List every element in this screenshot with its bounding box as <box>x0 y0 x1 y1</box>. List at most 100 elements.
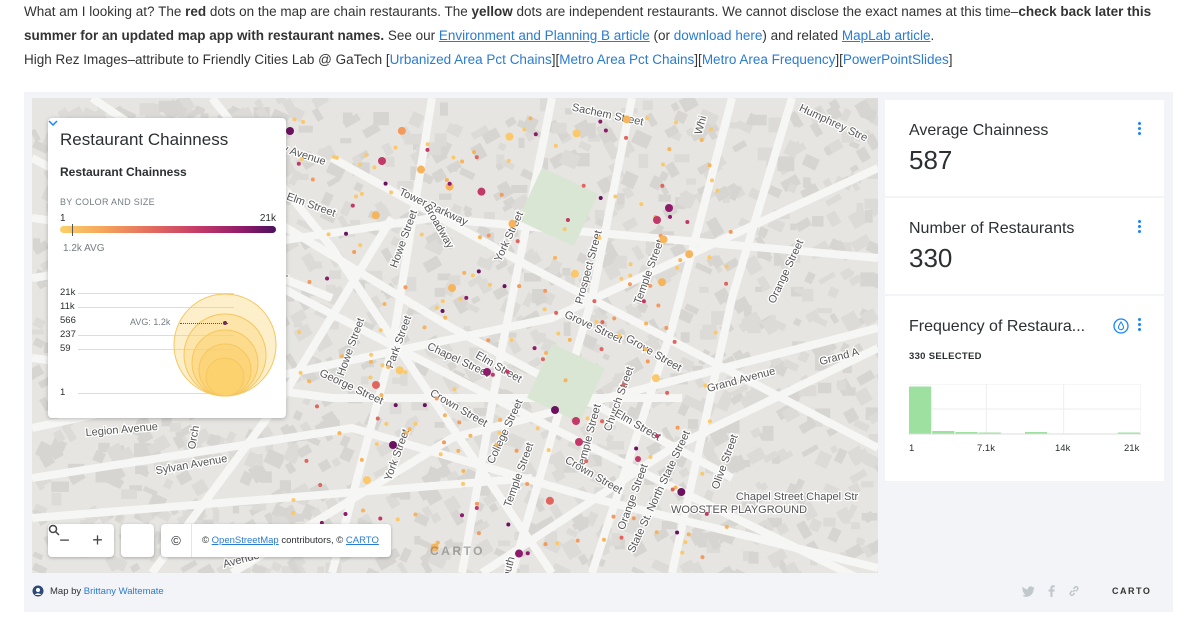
twitter-icon[interactable] <box>1022 585 1035 597</box>
restaurant-point[interactable] <box>677 487 686 496</box>
restaurant-point[interactable] <box>488 282 493 287</box>
restaurant-point[interactable] <box>368 375 373 380</box>
restaurant-point[interactable] <box>332 154 337 159</box>
restaurant-point[interactable] <box>379 393 384 398</box>
restaurant-point[interactable] <box>494 442 499 447</box>
restaurant-point[interactable] <box>644 321 649 326</box>
restaurant-point[interactable] <box>389 441 397 449</box>
restaurant-point[interactable] <box>543 542 548 547</box>
restaurant-point[interactable] <box>710 178 715 183</box>
attribution-toggle[interactable]: © <box>161 524 192 557</box>
restaurant-point[interactable] <box>380 363 385 368</box>
restaurant-point[interactable] <box>700 471 705 476</box>
restaurant-point[interactable] <box>307 379 312 384</box>
restaurant-point[interactable] <box>551 406 559 414</box>
restaurant-point[interactable] <box>708 127 713 132</box>
search-button[interactable] <box>48 524 154 557</box>
urbanized-area-link[interactable]: Urbanized Area Pct Chains <box>390 52 552 67</box>
restaurant-point[interactable] <box>648 283 653 288</box>
restaurant-point[interactable] <box>368 359 373 364</box>
restaurant-point[interactable] <box>447 181 452 186</box>
map-canvas[interactable]: Sachem Street Whalley Avenue Elm Street Tow… <box>32 98 878 573</box>
restaurant-point[interactable] <box>442 440 447 445</box>
restaurant-point[interactable] <box>639 202 644 207</box>
restaurant-point[interactable] <box>502 284 507 289</box>
restaurant-point[interactable] <box>314 404 319 409</box>
restaurant-point[interactable] <box>505 369 510 374</box>
restaurant-point[interactable] <box>667 147 672 152</box>
restaurant-point[interactable] <box>291 510 296 515</box>
restaurant-point[interactable] <box>358 243 363 248</box>
restaurant-point[interactable] <box>350 203 355 208</box>
restaurant-point[interactable] <box>474 501 479 506</box>
restaurant-point[interactable] <box>508 219 517 228</box>
restaurant-point[interactable] <box>474 155 479 160</box>
restaurant-point[interactable] <box>301 119 306 124</box>
restaurant-point[interactable] <box>422 403 427 408</box>
restaurant-point[interactable] <box>724 281 729 286</box>
restaurant-point[interactable] <box>556 331 561 336</box>
restaurant-point[interactable] <box>643 347 648 352</box>
restaurant-point[interactable] <box>664 325 669 330</box>
restaurant-point[interactable] <box>611 514 616 519</box>
restaurant-point[interactable] <box>505 132 514 141</box>
restaurant-point[interactable] <box>599 347 604 352</box>
restaurant-point[interactable] <box>525 551 530 556</box>
restaurant-point[interactable] <box>683 540 688 545</box>
restaurant-point[interactable] <box>528 116 533 121</box>
restaurant-point[interactable] <box>378 516 383 521</box>
restaurant-point[interactable] <box>389 190 394 195</box>
restaurant-point[interactable] <box>659 235 668 244</box>
chevron-down-icon[interactable] <box>48 118 58 128</box>
restaurant-point[interactable] <box>361 508 366 513</box>
restaurant-point[interactable] <box>359 191 364 196</box>
restaurant-point[interactable] <box>656 303 661 308</box>
restaurant-point[interactable] <box>554 310 559 315</box>
restaurant-point[interactable] <box>525 482 530 487</box>
restaurant-point[interactable] <box>654 530 659 535</box>
restaurant-point[interactable] <box>457 420 462 425</box>
download-link[interactable]: download here <box>674 28 763 43</box>
restaurant-point[interactable] <box>546 448 551 453</box>
restaurant-point[interactable] <box>713 330 718 335</box>
author-link[interactable]: Brittany Waltemate <box>84 586 164 597</box>
metro-frequency-link[interactable]: Metro Area Frequency <box>702 52 836 67</box>
restaurant-point[interactable] <box>461 469 466 474</box>
restaurant-point[interactable] <box>612 316 617 321</box>
restaurant-point[interactable] <box>653 216 661 224</box>
restaurant-point[interactable] <box>486 233 491 238</box>
restaurant-point[interactable] <box>462 270 467 275</box>
restaurant-point[interactable] <box>553 143 558 148</box>
restaurant-point[interactable] <box>535 426 540 431</box>
restaurant-point[interactable] <box>628 262 633 267</box>
restaurant-point[interactable] <box>468 433 473 438</box>
restaurant-point[interactable] <box>724 264 729 269</box>
restaurant-point[interactable] <box>515 549 524 558</box>
restaurant-point[interactable] <box>448 283 457 292</box>
restaurant-point[interactable] <box>675 265 680 270</box>
more-options-icon[interactable] <box>1138 122 1142 136</box>
restaurant-point[interactable] <box>499 192 504 197</box>
restaurant-point[interactable] <box>476 269 481 274</box>
restaurant-point[interactable] <box>594 319 599 324</box>
restaurant-point[interactable] <box>363 476 372 485</box>
restaurant-point[interactable] <box>635 456 641 462</box>
restaurant-point[interactable] <box>699 137 704 142</box>
restaurant-point[interactable] <box>540 357 545 362</box>
restaurant-point[interactable] <box>371 380 380 389</box>
restaurant-point[interactable] <box>672 339 677 344</box>
restaurant-point[interactable] <box>660 183 665 188</box>
restaurant-point[interactable] <box>310 177 315 182</box>
restaurant-point[interactable] <box>517 284 522 289</box>
restaurant-point[interactable] <box>434 305 439 310</box>
restaurant-point[interactable] <box>707 163 712 168</box>
restaurant-point[interactable] <box>461 481 466 486</box>
restaurant-point[interactable] <box>464 295 469 300</box>
restaurant-point[interactable] <box>442 413 447 418</box>
histogram-bar[interactable] <box>909 386 932 435</box>
restaurant-point[interactable] <box>483 368 491 376</box>
restaurant-point[interactable] <box>674 120 679 125</box>
restaurant-point[interactable] <box>600 419 605 424</box>
restaurant-point[interactable] <box>592 299 597 304</box>
restaurant-point[interactable] <box>715 188 720 193</box>
